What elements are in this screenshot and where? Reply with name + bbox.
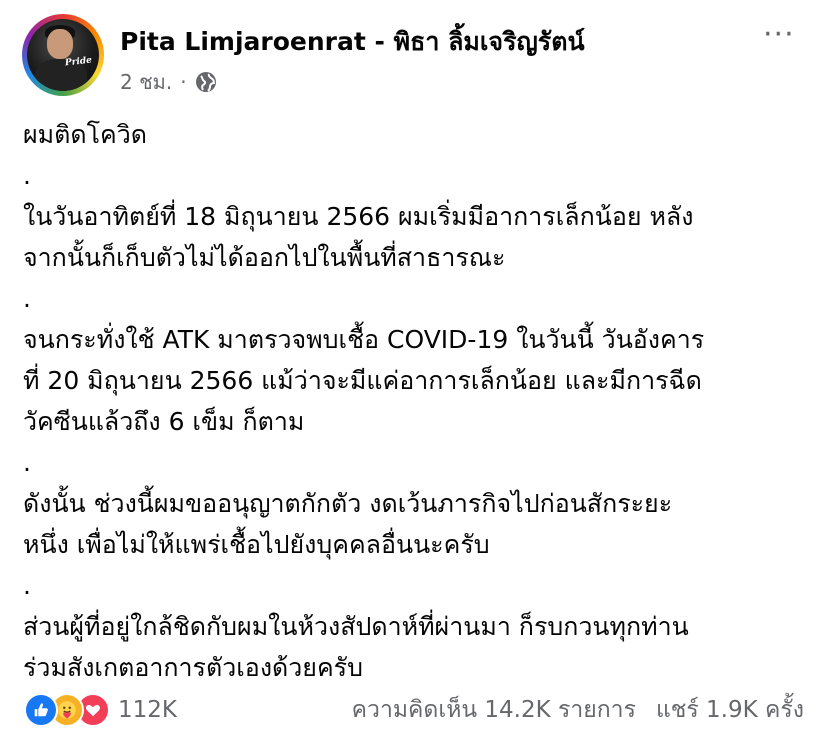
post-line: วัคซีนแล้วถึง 6 เข็ม ก็ตาม	[23, 407, 305, 436]
engagement-counts: ความคิดเห็น 14.2K รายการ แชร์ 1.9K ครั้ง	[352, 690, 804, 730]
post-footer: 112K ความคิดเห็น 14.2K รายการ แชร์ 1.9K …	[24, 690, 804, 730]
post-body: ผมติดโควิด . ในวันอาทิตย์ที่ 18 มิถุนายน…	[23, 114, 813, 688]
post-line: .	[23, 448, 31, 477]
reactions-count: 112K	[118, 697, 177, 723]
author-name[interactable]: Pita Limjaroenrat - พิธา ลิ้มเจริญรัตน์	[120, 22, 585, 62]
post-timestamp[interactable]: 2 ชม.	[120, 66, 172, 98]
meta-separator: ·	[180, 70, 187, 94]
more-options-button[interactable]: ···	[763, 20, 795, 50]
post-line: จากนั้นก็เก็บตัวไม่ได้ออกไปในพื้นที่สาธา…	[23, 243, 506, 272]
post-meta: 2 ชม. ·	[120, 66, 217, 98]
post-line: .	[23, 571, 31, 600]
avatar-pride-logo: Pride	[64, 55, 93, 69]
shares-count-link[interactable]: แชร์ 1.9K ครั้ง	[656, 692, 804, 728]
post-line: ที่ 20 มิถุนายน 2566 แม้ว่าจะมีแค่อาการเ…	[23, 366, 702, 395]
post-line: ดังนั้น ช่วงนี้ผมขออนุญาตกักตัว งดเว้นภา…	[23, 489, 673, 518]
post-line: ในวันอาทิตย์ที่ 18 มิถุนายน 2566 ผมเริ่ม…	[23, 202, 694, 231]
profile-avatar[interactable]: Pride	[22, 14, 104, 96]
comments-count-link[interactable]: ความคิดเห็น 14.2K รายการ	[352, 692, 636, 728]
post-line: .	[23, 284, 31, 313]
post-line: ผมติดโควิด	[23, 120, 148, 149]
post-line: ส่วนผู้ที่อยู่ใกล้ชิดกับผมในห้วงสัปดาห์ท…	[23, 612, 689, 641]
post-line: หนึ่ง เพื่อไม่ให้แพร่เชื้อไปยังบุคคลอื่น…	[23, 530, 490, 559]
globe-icon[interactable]	[195, 71, 217, 93]
reactions-summary[interactable]: 112K	[24, 690, 177, 730]
post-line: ร่วมสังเกตอาการตัวเองด้วยครับ	[23, 653, 363, 682]
like-icon	[24, 693, 58, 727]
post-line: จนกระทั่งใช้ ATK มาตรวจพบเชื้อ COVID-19 …	[23, 325, 705, 354]
post-line: .	[23, 161, 31, 190]
